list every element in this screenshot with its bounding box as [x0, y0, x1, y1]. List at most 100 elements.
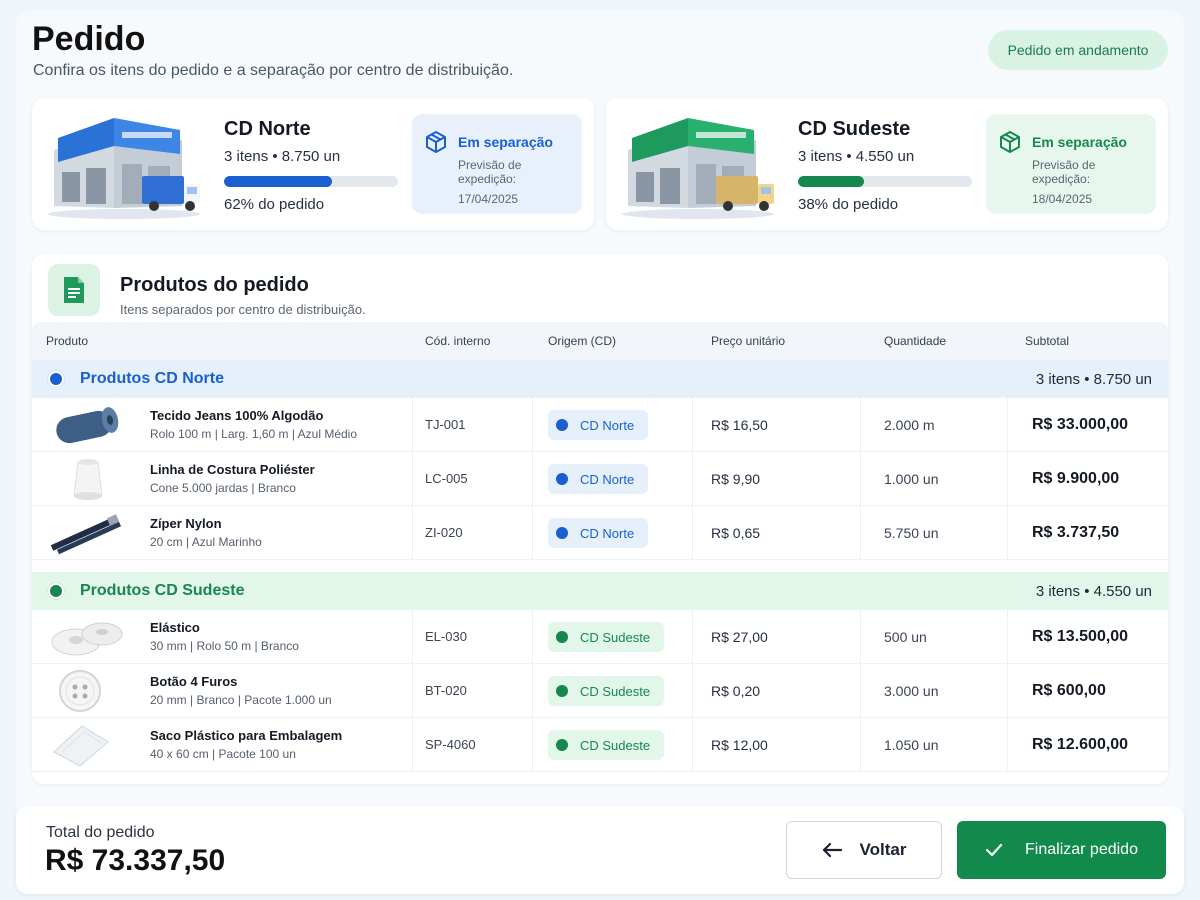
- column-divider: [412, 610, 413, 664]
- cd-norte-progress-bar: [224, 176, 398, 187]
- products-subtitle: Itens separados por centro de distribuiç…: [120, 302, 366, 317]
- group-label: Produtos CD Sudeste: [80, 582, 245, 599]
- button-icon: [48, 668, 128, 714]
- unit-price: R$ 0,65: [711, 525, 761, 541]
- unit-price: R$ 0,20: [711, 683, 761, 699]
- col-header-code[interactable]: Cód. interno: [425, 334, 490, 348]
- col-header-price[interactable]: Preço unitário: [711, 334, 785, 348]
- col-header-quantity[interactable]: Quantidade: [884, 334, 946, 348]
- subtotal: R$ 600,00: [1032, 682, 1106, 699]
- package-icon: [426, 131, 446, 153]
- quantity: 2.000 m: [884, 417, 935, 433]
- table-row[interactable]: Tecido Jeans 100% Algodão Rolo 100 m | La…: [32, 398, 1168, 452]
- product-name: Botão 4 Furos: [150, 674, 238, 689]
- cd-sudeste-status: Em separação: [1032, 134, 1127, 150]
- column-divider: [412, 664, 413, 718]
- product-code: LC-005: [425, 471, 468, 486]
- cd-norte-percent: 62% do pedido: [224, 196, 325, 213]
- product-description: Rolo 100 m | Larg. 1,60 m | Azul Médio: [150, 427, 358, 441]
- zipper-icon: [48, 510, 128, 556]
- column-divider: [412, 452, 413, 506]
- origin-dot: [556, 527, 568, 539]
- cd-norte-name: CD Norte: [224, 118, 311, 140]
- total-label: Total do pedido: [46, 824, 155, 841]
- table-row[interactable]: Elástico 30 mm | Rolo 50 m | Branco EL-030…: [32, 610, 1168, 664]
- product-code: BT-020: [425, 683, 467, 698]
- plastic-bag-icon: [48, 722, 128, 768]
- col-header-origin[interactable]: Origem (CD): [548, 334, 616, 348]
- subtotal: R$ 33.000,00: [1032, 416, 1129, 433]
- subtotal: R$ 12.600,00: [1032, 736, 1129, 753]
- column-divider: [692, 398, 693, 452]
- group-dot: [48, 371, 64, 387]
- origin-dot: [556, 419, 568, 431]
- cd-norte-status: Em separação: [458, 134, 553, 150]
- cd-sudeste-progress-fill: [798, 176, 865, 187]
- product-description: 20 cm | Azul Marinho: [150, 535, 262, 549]
- cd-sudeste-card: CD Sudeste 3 itens • 4.550 un 38% do ped…: [606, 98, 1168, 230]
- cd-sudeste-percent: 38% do pedido: [798, 196, 899, 213]
- origin-dot: [556, 473, 568, 485]
- quantity: 5.750 un: [884, 525, 939, 541]
- back-button[interactable]: Voltar: [786, 821, 942, 879]
- column-divider: [532, 506, 533, 560]
- finish-order-button-label: Finalizar pedido: [1025, 841, 1138, 858]
- col-header-subtotal[interactable]: Subtotal: [1025, 334, 1069, 348]
- products-title: Produtos do pedido: [120, 274, 309, 296]
- product-description: Cone 5.000 jardas | Branco: [150, 481, 296, 495]
- column-divider: [860, 610, 861, 664]
- product-code: EL-030: [425, 629, 467, 644]
- origin-badge: CD Norte: [548, 518, 649, 548]
- product-name: Zíper Nylon: [150, 516, 222, 531]
- group-dot: [48, 583, 64, 599]
- product-name: Linha de Costura Poliéster: [150, 462, 315, 477]
- page-title: Pedido: [32, 20, 146, 58]
- cd-sudeste-name: CD Sudeste: [798, 118, 911, 140]
- column-divider: [860, 664, 861, 718]
- origin-label: CD Sudeste: [580, 737, 651, 753]
- origin-dot: [556, 739, 568, 751]
- col-header-product[interactable]: Produto: [46, 334, 88, 348]
- check-icon: [985, 843, 1003, 857]
- fabric-roll-icon: [48, 402, 128, 448]
- product-code: ZI-020: [425, 525, 463, 540]
- cd-sudeste-progress-bar: [798, 176, 972, 187]
- column-divider: [532, 664, 533, 718]
- origin-badge: CD Sudeste: [548, 730, 665, 760]
- cd-sudeste-ship-date: 18/04/2025: [1032, 192, 1093, 206]
- origin-label: CD Norte: [580, 525, 635, 541]
- column-divider: [1007, 664, 1008, 718]
- subtotal: R$ 13.500,00: [1032, 628, 1129, 645]
- cd-sudeste-ship-label: Previsão de expedição:: [1032, 158, 1096, 186]
- back-button-label: Voltar: [859, 840, 907, 859]
- origin-label: CD Norte: [580, 417, 635, 433]
- cd-norte-stats: 3 itens • 8.750 un: [224, 148, 341, 165]
- origin-dot: [556, 631, 568, 643]
- origin-label: CD Norte: [580, 471, 635, 487]
- group-count: 3 itens • 4.550 un: [1035, 582, 1152, 600]
- table-row[interactable]: Linha de Costura Poliéster Cone 5.000 jar…: [32, 452, 1168, 506]
- table-row[interactable]: Zíper Nylon 20 cm | Azul Marinho ZI-020 CD …: [32, 506, 1168, 560]
- origin-badge: CD Norte: [548, 464, 649, 494]
- product-code: TJ-001: [425, 417, 466, 432]
- cd-norte-ship-date: 17/04/2025: [458, 192, 519, 206]
- column-divider: [532, 718, 533, 772]
- product-name: Saco Plástico para Embalagem: [150, 728, 343, 743]
- table-row[interactable]: Botão 4 Furos 20 mm | Branco | Pacote 1.0…: [32, 664, 1168, 718]
- table-row[interactable]: Saco Plástico para Embalagem 40 x 60 cm |…: [32, 718, 1168, 772]
- origin-label: CD Sudeste: [580, 629, 651, 645]
- origin-badge: CD Norte: [548, 410, 649, 440]
- page-subtitle: Confira os itens do pedido e a separação…: [33, 62, 514, 79]
- subtotal: R$ 9.900,00: [1032, 470, 1120, 487]
- table-body: Produtos CD Norte 3 itens • 8.750 un Tecid…: [32, 360, 1168, 772]
- product-description: 40 x 60 cm | Pacote 100 un: [150, 747, 296, 761]
- cd-norte-progress-fill: [224, 176, 332, 187]
- group-label: Produtos CD Norte: [80, 370, 224, 387]
- cd-norte-card: CD Norte 3 itens • 8.750 un 62% do pedid…: [32, 98, 594, 230]
- column-divider: [692, 506, 693, 560]
- product-description: 30 mm | Rolo 50 m | Branco: [150, 639, 299, 653]
- finish-order-button[interactable]: Finalizar pedido: [957, 821, 1166, 879]
- product-name: Tecido Jeans 100% Algodão: [150, 408, 324, 423]
- group-count: 3 itens • 8.750 un: [1035, 370, 1152, 388]
- column-divider: [1007, 452, 1008, 506]
